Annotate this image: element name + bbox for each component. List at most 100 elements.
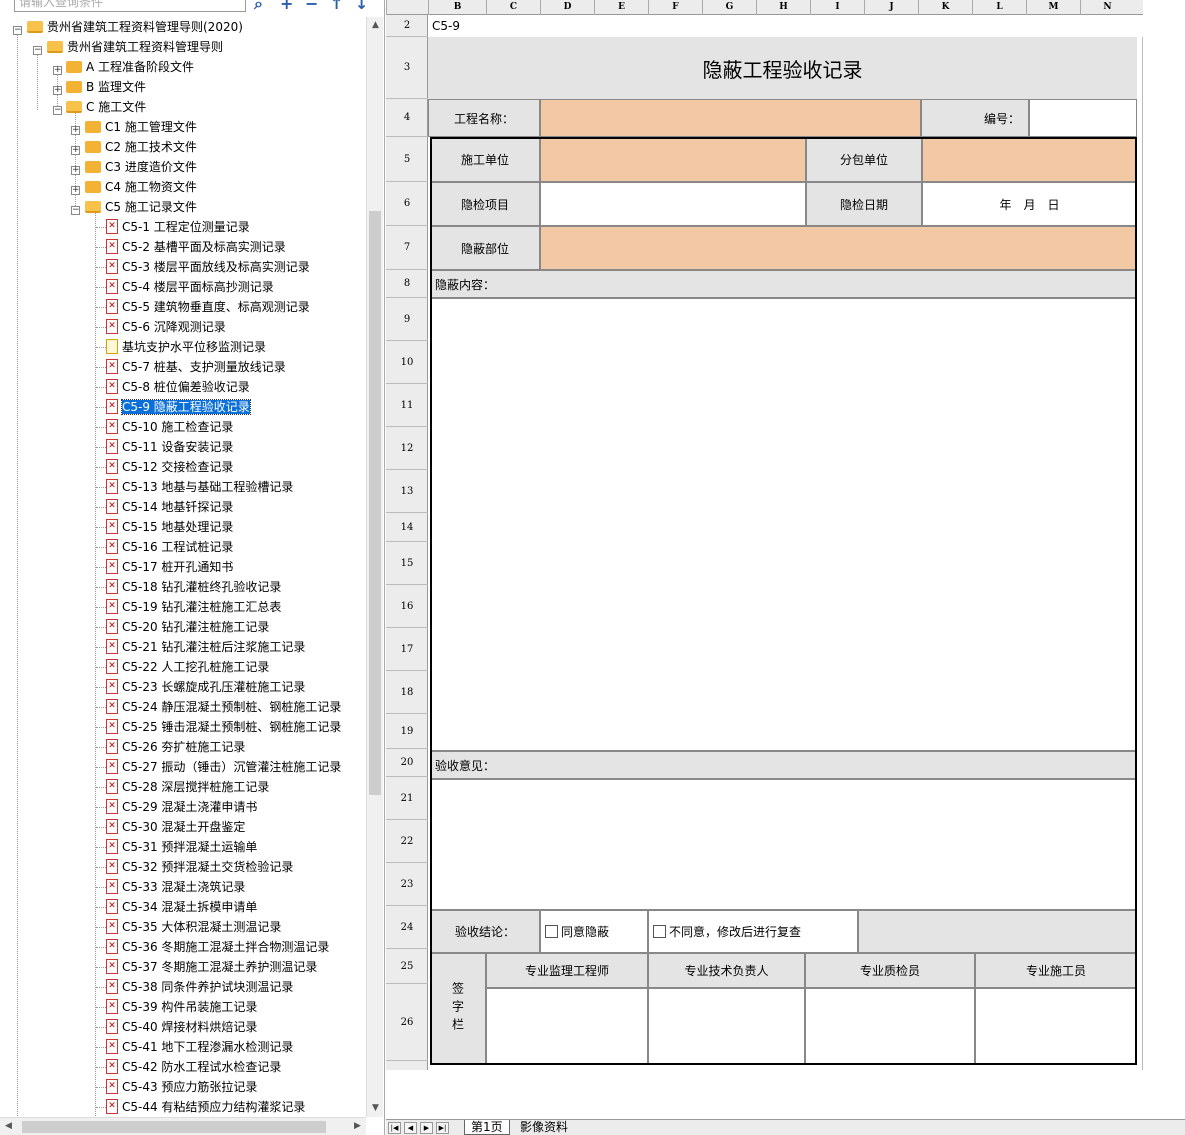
tree-leaf[interactable]: ✕ C5-40 焊接材料烘焙记录 [106,1017,257,1037]
column-header-cell[interactable]: I [810,0,864,15]
hidden-part-field[interactable] [540,226,1137,270]
tree-leaf[interactable]: ✕ C5-28 深层搅拌桩施工记录 [106,777,269,797]
column-header-cell[interactable]: E [594,0,648,15]
tree-node-c1[interactable]: C1 施工管理文件 [85,117,197,137]
tree-leaf[interactable]: ✕ C5-10 施工检查记录 [106,417,233,437]
tree-leaf[interactable]: ✕ C5-44 有粘结预应力结构灌浆记录 [106,1097,305,1117]
tree-leaf[interactable]: ✕ C5-12 交接检查记录 [106,457,233,477]
tree-leaf[interactable]: ✕ C5-21 钻孔灌注桩后注浆施工记录 [106,637,305,657]
tree-leaf[interactable]: ✕ C5-9 隐蔽工程验收记录 [106,397,251,417]
scroll-up-icon[interactable]: ▲ [367,17,384,34]
row-header-cell[interactable]: 3 [386,37,428,99]
check-date-field[interactable]: 年 月 日 [922,182,1137,226]
tree-node-c3[interactable]: C3 进度造价文件 [85,157,197,177]
expand-all-icon[interactable]: + [280,0,293,13]
corner-cell[interactable] [386,0,428,15]
sign-field-quality[interactable] [805,988,975,1065]
expand-toggle[interactable]: + [71,166,80,175]
tree-leaf[interactable]: ✕ C5-3 楼层平面放线及标高实测记录 [106,257,310,277]
row-header-cell[interactable]: 12 [386,427,428,470]
project-name-field[interactable] [540,99,921,137]
check-item-field[interactable] [540,182,806,226]
tree-leaf[interactable]: ✕ C5-1 工程定位测量记录 [106,217,250,237]
row-header-cell[interactable]: 10 [386,341,428,384]
tree-horizontal-scrollbar[interactable]: ◀ ▶ [0,1117,366,1135]
tree-leaf[interactable]: ✕ C5-23 长螺旋成孔压灌桩施工记录 [106,677,305,697]
row-header-cell[interactable]: 21 [386,777,428,820]
tree-leaf[interactable]: ✕ C5-42 防水工程试水检查记录 [106,1057,281,1077]
tree-vertical-scrollbar[interactable]: ▲ ▼ [366,17,383,1117]
row-header-cell[interactable]: 26 [386,984,428,1061]
collapse-toggle[interactable]: − [33,46,42,55]
opinion-field[interactable] [430,779,1137,910]
tree-leaf[interactable]: ✕ C5-16 工程试桩记录 [106,537,233,557]
move-up-icon[interactable]: ↑ [330,0,343,13]
column-header-cell[interactable]: L [972,0,1026,15]
tree-leaf[interactable]: ✕ C5-19 钻孔灌注桩施工汇总表 [106,597,281,617]
tree-node-c5[interactable]: C5 施工记录文件 [85,197,197,217]
prev-sheet-icon[interactable]: ◀ [404,1122,417,1134]
collapse-all-icon[interactable]: − [305,0,318,13]
tree-leaf[interactable]: ✕ C5-20 钻孔灌注桩施工记录 [106,617,269,637]
collapse-toggle[interactable]: − [53,106,62,115]
tree-node-b[interactable]: B 监理文件 [66,77,146,97]
expand-toggle[interactable]: + [71,146,80,155]
last-sheet-icon[interactable]: ▶| [436,1122,449,1134]
collapse-toggle[interactable]: − [71,206,80,215]
tree-leaf[interactable]: ✕ C5-43 预应力筋张拉记录 [106,1077,257,1097]
tree-leaf[interactable]: ✕ C5-11 设备安装记录 [106,437,233,457]
disagree-option[interactable]: 不同意，修改后进行复查 [648,910,858,953]
tree-leaf[interactable]: ✕ C5-4 楼层平面标高抄测记录 [106,277,274,297]
row-header-cell[interactable]: 24 [386,906,428,949]
tree-node-sub[interactable]: 贵州省建筑工程资料管理导则 [47,37,223,57]
scroll-down-icon[interactable]: ▼ [367,1100,384,1117]
tree-node-c2[interactable]: C2 施工技术文件 [85,137,197,157]
column-header-cell[interactable]: F [648,0,702,15]
tree-leaf[interactable]: ✕ C5-6 沉降观测记录 [106,317,226,337]
collapse-toggle[interactable]: − [13,26,22,35]
agree-checkbox[interactable] [545,925,558,938]
tree-leaf[interactable]: ✕ C5-15 地基处理记录 [106,517,233,537]
sub-unit-field[interactable] [922,137,1137,182]
search-input[interactable]: 请输入查询条件 [14,0,246,12]
tab-page-1[interactable]: 第1页 [464,1120,510,1135]
next-sheet-icon[interactable]: ▶ [420,1122,433,1134]
tree-node-root[interactable]: 贵州省建筑工程资料管理导则(2020) [27,17,243,37]
row-header-cell[interactable]: 5 [386,137,428,182]
tree-leaf[interactable]: ✕ C5-24 静压混凝土预制桩、钢桩施工记录 [106,697,341,717]
column-header-cell[interactable]: K [918,0,972,15]
tree-leaf[interactable]: ✕ C5-33 混凝土浇筑记录 [106,877,245,897]
hidden-content-field[interactable] [430,298,1137,751]
column-header-cell[interactable]: N [1080,0,1134,15]
tree-leaf[interactable]: ✕ C5-27 振动（锤击）沉管灌注桩施工记录 [106,757,341,777]
disagree-checkbox[interactable] [653,925,666,938]
tree-leaf[interactable]: ✕ C5-38 同条件养护试块测温记录 [106,977,293,997]
scroll-thumb[interactable] [369,211,381,795]
tree-leaf[interactable]: ✕ C5-32 预拌混凝土交货检验记录 [106,857,293,877]
column-header-cell[interactable]: C [486,0,540,15]
tree-node-c4[interactable]: C4 施工物资文件 [85,177,197,197]
move-down-icon[interactable]: ↓ [355,0,368,13]
search-icon[interactable]: ⌕ [254,0,263,14]
column-header-cell[interactable]: J [864,0,918,15]
tree-leaf[interactable]: ✕ C5-31 预拌混凝土运输单 [106,837,257,857]
row-header-cell[interactable]: 7 [386,226,428,270]
tree-leaf[interactable]: ✕ C5-39 构件吊装施工记录 [106,997,257,1017]
row-header-cell[interactable]: 14 [386,513,428,542]
tree-leaf[interactable]: ✕ C5-8 桩位偏差验收记录 [106,377,250,397]
row-header-cell[interactable]: 8 [386,270,428,298]
row-header-cell[interactable]: 9 [386,298,428,341]
agree-option[interactable]: 同意隐蔽 [540,910,648,953]
tree-leaf[interactable]: ✕ C5-17 桩开孔通知书 [106,557,233,577]
column-header-cell[interactable]: M [1026,0,1080,15]
row-header-cell[interactable]: 25 [386,949,428,984]
row-header-cell[interactable]: 17 [386,628,428,671]
tree-leaf[interactable]: 基坑支护水平位移监测记录 [106,337,266,357]
tree-node-c[interactable]: C 施工文件 [66,97,146,117]
construction-unit-field[interactable] [540,137,806,182]
tree-leaf[interactable]: ✕ C5-29 混凝土浇灌申请书 [106,797,257,817]
row-header-cell[interactable]: 20 [386,749,428,777]
tree-leaf[interactable]: ✕ C5-41 地下工程渗漏水检测记录 [106,1037,293,1057]
tree-leaf[interactable]: ✕ C5-34 混凝土拆模申请单 [106,897,257,917]
tree-leaf[interactable]: ✕ C5-7 桩基、支护测量放线记录 [106,357,286,377]
